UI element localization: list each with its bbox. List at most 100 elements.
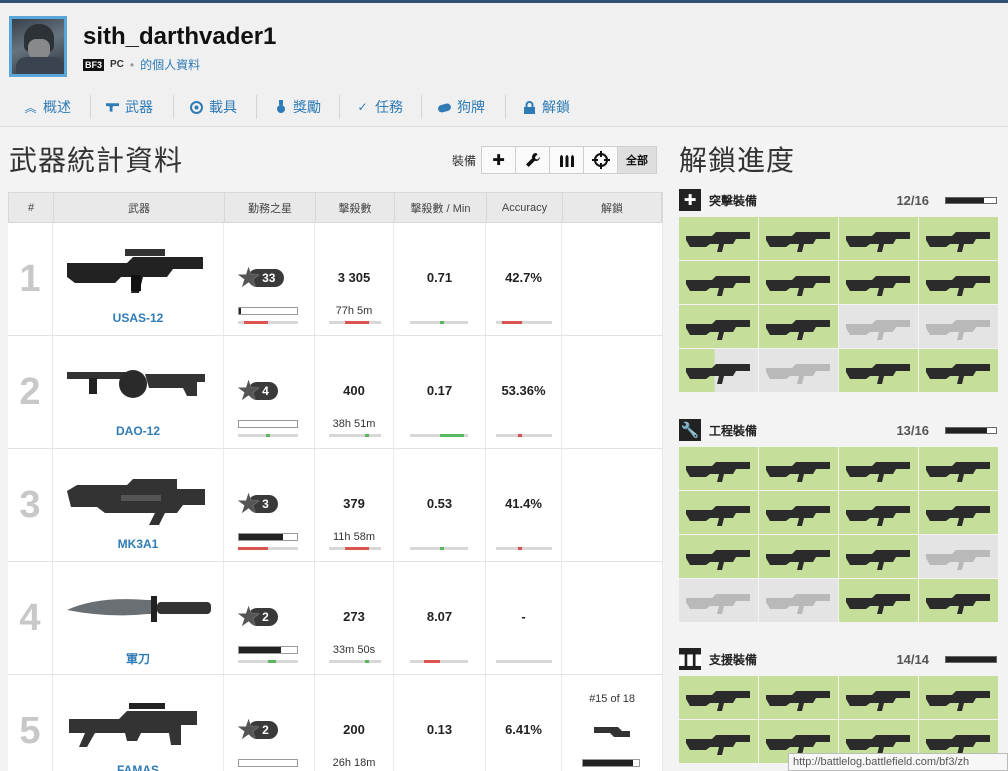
table-row[interactable]: 2 DAO-12 ★ 4 400 38h 51m 0.17 53.36%	[8, 336, 663, 449]
weapon-name-link[interactable]: USAS-12	[53, 311, 223, 325]
unlock-tile[interactable]	[839, 535, 918, 578]
attachment-icon[interactable]	[592, 721, 632, 741]
unlock-tile[interactable]	[919, 676, 998, 719]
unlock-tile[interactable]	[759, 676, 838, 719]
unlock-tile[interactable]	[759, 349, 838, 392]
tab-label: 武器	[125, 99, 153, 115]
unlock-tile[interactable]	[679, 349, 758, 392]
unlock-tile[interactable]	[679, 217, 758, 260]
tab-overview[interactable]: ︽ 概述	[24, 87, 71, 127]
unlock-tile[interactable]	[919, 447, 998, 490]
filter-recon-button[interactable]	[583, 146, 619, 174]
table-row[interactable]: 3 MK3A1 ★ 3 379 11h 58m 0.53 41.4%	[8, 449, 663, 562]
table-row[interactable]: 5 FAMAS ★ 2 200 26h 18m 0.13 6.41% #15 o…	[8, 675, 663, 771]
unlock-tile[interactable]	[759, 217, 838, 260]
unlock-tile[interactable]	[759, 535, 838, 578]
tab-dogtags[interactable]: 狗牌	[438, 87, 485, 127]
profile-link[interactable]: 的個人資料	[140, 56, 200, 73]
unlock-tile[interactable]	[679, 305, 758, 348]
table-row[interactable]: 1 USAS-12 ★ 33 3 305 77h 5m 0.71 42.7%	[8, 223, 663, 336]
unlock-tile[interactable]	[759, 305, 838, 348]
separator-dot: •	[129, 57, 135, 72]
kills-value: 3 305	[337, 270, 371, 285]
unlock-tile[interactable]	[839, 261, 918, 304]
unlock-tile[interactable]	[919, 349, 998, 392]
weapon-name-link[interactable]: DAO-12	[53, 424, 223, 438]
unlock-progress-text: #15 of 18	[589, 693, 635, 705]
filter-all-button[interactable]: 全部	[617, 146, 658, 174]
comparison-bar	[238, 434, 298, 437]
weapon-cell[interactable]: DAO-12	[53, 336, 224, 448]
unlock-tile[interactable]	[919, 305, 998, 348]
medal-icon	[274, 100, 287, 114]
col-unlocks[interactable]: 解鎖	[563, 193, 662, 222]
category-header[interactable]: ▮▮▮ 支援裝備 14/14	[678, 644, 999, 674]
unlock-tile[interactable]	[839, 349, 918, 392]
dogtag-icon	[438, 101, 451, 114]
tab-vehicles[interactable]: 載具	[190, 87, 237, 127]
col-rank[interactable]: #	[9, 193, 54, 222]
weapon-name-link[interactable]: 軍刀	[53, 650, 223, 667]
filter-support-button[interactable]	[549, 146, 585, 174]
unlock-tile[interactable]	[919, 535, 998, 578]
weapon-cell[interactable]: MK3A1	[53, 449, 224, 561]
col-weapon[interactable]: 武器	[54, 193, 225, 222]
table-row[interactable]: 4 軍刀 ★ 2 273 33m 50s 8.07 -	[8, 562, 663, 675]
weapon-cell[interactable]: FAMAS	[53, 675, 224, 771]
unlock-tile[interactable]	[839, 217, 918, 260]
category-progress	[945, 656, 997, 663]
unlock-tile[interactable]	[679, 261, 758, 304]
comparison-bar	[496, 660, 552, 663]
unlock-tile[interactable]	[679, 447, 758, 490]
kills-cell: 273 33m 50s	[315, 562, 394, 674]
category-name: 突擊裝備	[709, 193, 758, 208]
time-used: 38h 51m	[332, 418, 376, 430]
unlock-tile[interactable]	[679, 535, 758, 578]
star-icon: ★	[236, 601, 262, 632]
unlock-tile[interactable]	[919, 491, 998, 534]
category-name: 工程裝備	[709, 423, 758, 438]
category-header[interactable]: ✚ 突擊裝備 12/16	[679, 185, 999, 215]
avatar[interactable]	[9, 16, 67, 77]
unlock-tile[interactable]	[679, 579, 758, 622]
filter-assault-button[interactable]: ✚	[481, 146, 517, 174]
unlock-tile[interactable]	[839, 579, 918, 622]
col-kills-per-min[interactable]: 擊殺數 / Min	[395, 193, 487, 222]
tab-weapons[interactable]: 武器	[106, 87, 153, 127]
unlock-tile[interactable]	[679, 676, 758, 719]
weapon-cell[interactable]: USAS-12	[53, 223, 224, 335]
lock-icon	[523, 100, 536, 114]
category-progress	[945, 427, 997, 434]
weapon-name-link[interactable]: MK3A1	[53, 537, 223, 551]
tab-missions[interactable]: ✓ 任務	[356, 87, 403, 127]
weapon-cell[interactable]: 軍刀	[53, 562, 224, 674]
chevron-up-icon: ︽	[24, 100, 37, 115]
col-service-stars[interactable]: 勤務之星	[225, 193, 316, 222]
unlock-tile[interactable]	[759, 447, 838, 490]
unlock-tile[interactable]	[839, 305, 918, 348]
filter-engineer-button[interactable]	[515, 146, 551, 174]
time-used: 26h 18m	[332, 757, 376, 769]
unlock-cell	[562, 562, 663, 674]
unlock-tile[interactable]	[919, 579, 998, 622]
unlock-tile[interactable]	[679, 491, 758, 534]
unlock-tile[interactable]	[759, 579, 838, 622]
unlock-tile[interactable]	[839, 676, 918, 719]
unlock-tile[interactable]	[839, 447, 918, 490]
comparison-bar	[410, 547, 468, 550]
col-accuracy[interactable]: Accuracy	[487, 193, 563, 222]
tab-unlocks[interactable]: 解鎖	[523, 87, 570, 127]
category-header[interactable]: 🔧 工程裝備 13/16	[679, 415, 999, 445]
weapon-name-link[interactable]: FAMAS	[53, 763, 223, 771]
kpm-cell: 0.17	[394, 336, 486, 448]
kit-filter: 裝備 ✚ 全部	[452, 146, 658, 174]
tab-awards[interactable]: 獎勵	[274, 87, 321, 127]
unlock-tile[interactable]	[919, 217, 998, 260]
unlock-tile[interactable]	[679, 720, 758, 763]
unlock-tile[interactable]	[759, 491, 838, 534]
unlock-tile[interactable]	[839, 491, 918, 534]
unlock-tile[interactable]	[919, 261, 998, 304]
unlock-tile[interactable]	[759, 261, 838, 304]
col-kills[interactable]: 擊殺數	[316, 193, 395, 222]
kpm-cell: 8.07	[394, 562, 486, 674]
